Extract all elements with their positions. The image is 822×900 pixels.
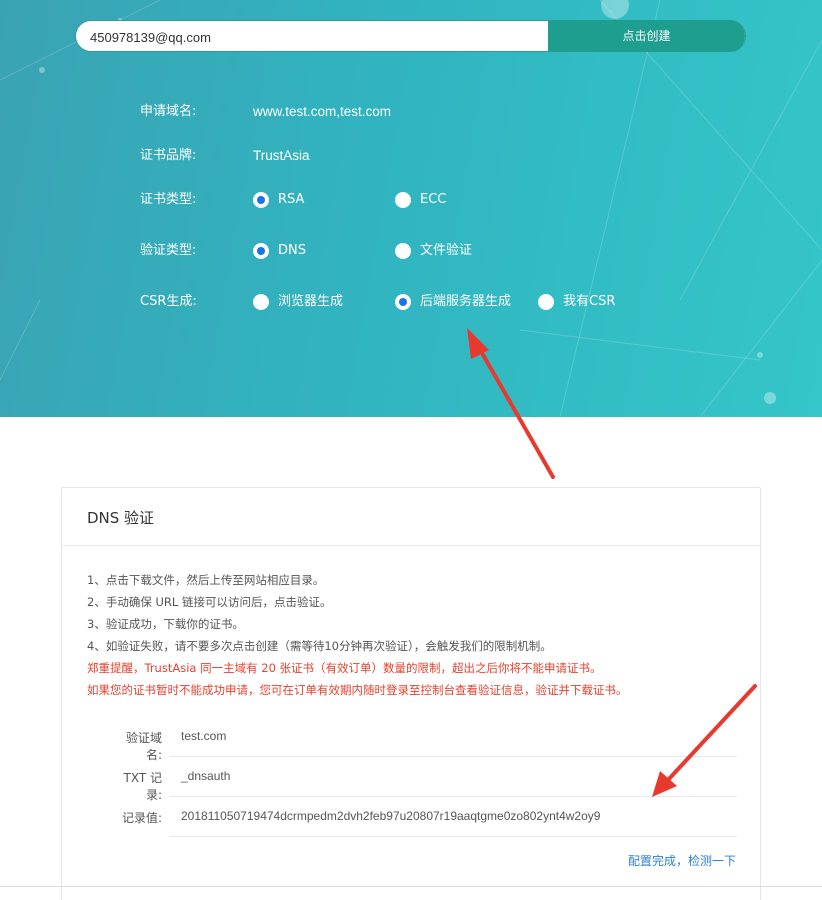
radio-server-generate[interactable]: 后端服务器生成 xyxy=(395,290,511,314)
cert-type-row: 证书类型: RSA ECC xyxy=(0,188,822,212)
radio-dns[interactable]: DNS xyxy=(253,239,306,263)
radio-file-verify-indicator[interactable] xyxy=(395,243,411,259)
record-divider xyxy=(170,836,737,837)
instruction-item: 3、验证成功，下载你的证书。 xyxy=(87,617,244,631)
radio-ecc[interactable]: ECC xyxy=(395,188,446,212)
create-button[interactable]: 点击创建 xyxy=(548,20,745,52)
record-row-value: 记录值: 201811050719474dcrmpedm2dvh2feb97u2… xyxy=(110,797,737,837)
domain-row: 申请域名: www.test.com,test.com xyxy=(0,100,822,124)
brand-value: TrustAsia xyxy=(253,148,310,163)
radio-browser-generate-label: 浏览器生成 xyxy=(278,294,344,309)
csr-label: CSR生成: xyxy=(140,294,197,309)
dns-verify-card: DNS 验证 1、点击下载文件，然后上传至网站相应目录。 2、手动确保 URL … xyxy=(61,487,761,900)
brand-row: 证书品牌: TrustAsia xyxy=(0,144,822,168)
record-value: test.com xyxy=(181,729,227,743)
record-row-domain: 验证域名: test.com xyxy=(110,717,737,762)
record-value: _dnsauth xyxy=(181,769,231,783)
cert-type-label: 证书类型: xyxy=(140,192,197,207)
email-input[interactable] xyxy=(90,28,540,46)
card-divider xyxy=(62,545,760,546)
radio-server-generate-indicator[interactable] xyxy=(395,294,411,310)
radio-file-verify[interactable]: 文件验证 xyxy=(395,239,472,263)
instruction-item: 1、点击下载文件，然后上传至网站相应目录。 xyxy=(87,573,325,587)
verify-type-label: 验证类型: xyxy=(140,243,197,258)
email-create-bar: 点击创建 xyxy=(75,20,746,52)
radio-server-generate-label: 后端服务器生成 xyxy=(420,294,512,309)
page-bottom-divider xyxy=(0,886,822,887)
radio-ecc-indicator[interactable] xyxy=(395,192,411,208)
radio-dns-indicator[interactable] xyxy=(253,243,269,259)
radio-rsa[interactable]: RSA xyxy=(253,188,304,212)
warning-text: 如果您的证书暂时不能成功申请，您可在订单有效期内随时登录至控制台查看验证信息，验… xyxy=(87,683,628,697)
verify-type-row: 验证类型: DNS 文件验证 xyxy=(0,239,822,263)
radio-dns-label: DNS xyxy=(278,243,306,258)
domain-label: 申请域名: xyxy=(140,104,197,119)
hero-banner: 点击创建 申请域名: www.test.com,test.com 证书品牌: T… xyxy=(0,0,822,417)
card-title: DNS 验证 xyxy=(87,509,155,527)
check-config-link[interactable]: 配置完成，检测一下 xyxy=(628,852,736,869)
radio-rsa-indicator[interactable] xyxy=(253,192,269,208)
brand-label: 证书品牌: xyxy=(140,148,197,163)
record-value: 201811050719474dcrmpedm2dvh2feb97u20807r… xyxy=(181,809,601,823)
radio-rsa-label: RSA xyxy=(278,192,305,207)
csr-row: CSR生成: 浏览器生成 后端服务器生成 我有CSR xyxy=(0,290,822,314)
record-label: 记录值: xyxy=(121,811,162,825)
instruction-item: 2、手动确保 URL 链接可以访问后，点击验证。 xyxy=(87,595,332,609)
radio-browser-generate[interactable]: 浏览器生成 xyxy=(253,290,343,314)
domain-value: www.test.com,test.com xyxy=(253,104,392,119)
instruction-item: 4、如验证失败，请不要多次点击创建（需等待10分钟再次验证），会触发我们的限制机… xyxy=(87,639,552,653)
radio-browser-generate-indicator[interactable] xyxy=(253,294,269,310)
radio-ecc-label: ECC xyxy=(420,192,447,207)
radio-own-csr-label: 我有CSR xyxy=(563,294,616,309)
radio-own-csr[interactable]: 我有CSR xyxy=(538,290,615,314)
radio-file-verify-label: 文件验证 xyxy=(420,243,473,258)
record-row-txt: TXT 记录: _dnsauth xyxy=(110,757,737,802)
radio-own-csr-indicator[interactable] xyxy=(538,294,554,310)
warning-text: 郑重提醒，TrustAsia 同一主域有 20 张证书（有效订单）数量的限制，超… xyxy=(87,661,602,675)
